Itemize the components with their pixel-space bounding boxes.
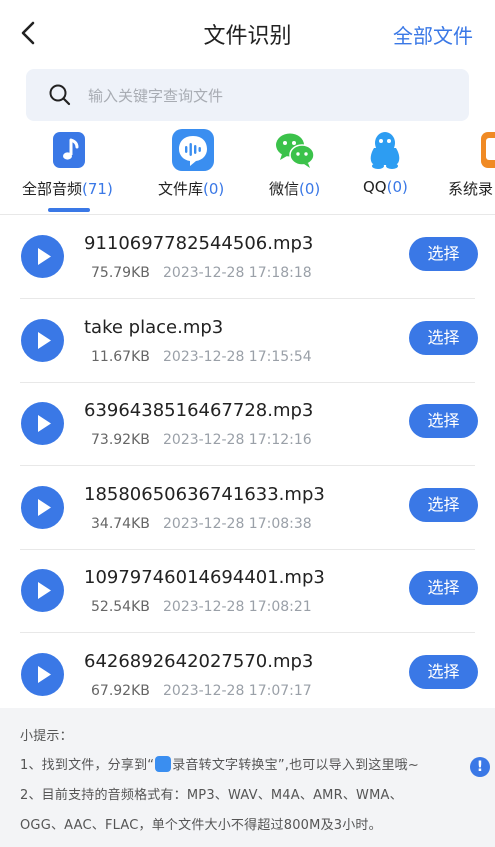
file-date: 2023-12-28 17:15:54 <box>163 349 312 365</box>
file-name: 18580650636741633.mp3 <box>84 484 325 505</box>
select-button[interactable]: 选择 <box>409 488 478 522</box>
list-item: take place.mp3 11.67KB 2023-12-28 17:15:… <box>0 299 495 383</box>
select-button[interactable]: 选择 <box>409 404 478 438</box>
file-size: 52.54KB <box>91 599 150 615</box>
play-icon <box>38 666 51 683</box>
file-date: 2023-12-28 17:08:38 <box>163 516 312 532</box>
music-note-icon <box>53 132 85 168</box>
select-button[interactable]: 选择 <box>409 655 478 689</box>
back-button[interactable] <box>14 18 44 48</box>
list-item: 6396438516467728.mp3 73.92KB 2023-12-28 … <box>0 382 495 466</box>
file-size: 75.79KB <box>91 265 150 281</box>
play-icon <box>38 248 51 265</box>
file-size: 73.92KB <box>91 432 150 448</box>
file-name: 10979746014694401.mp3 <box>84 567 325 588</box>
tip-formats-line: 2、目前支持的音频格式有：MP3、WAV、M4A、AMR、WMA、 <box>20 788 403 803</box>
tips-panel: 小提示： 1、找到文件，分享到“ 录音转文字转换宝”,也可以导入到这里哦~ ! 2… <box>0 708 495 847</box>
app-logo-icon <box>155 756 172 772</box>
info-alert-icon[interactable]: ! <box>470 757 490 777</box>
select-button[interactable]: 选择 <box>409 237 478 271</box>
header: 文件识别 全部文件 <box>0 0 495 66</box>
voice-bubble-icon <box>172 129 214 171</box>
play-button[interactable] <box>21 486 64 529</box>
tab-system-recorder-label: 系统录 <box>448 180 494 198</box>
tab-qq-label: QQ(0) <box>363 178 408 196</box>
play-icon <box>38 415 51 432</box>
tab-wechat[interactable]: 微信(0) <box>245 126 345 214</box>
file-name: 6426892642027570.mp3 <box>84 651 314 672</box>
list-item: 10979746014694401.mp3 52.54KB 2023-12-28… <box>0 549 495 633</box>
play-button[interactable] <box>21 653 64 696</box>
tab-wechat-label: 微信(0) <box>269 180 321 198</box>
audio-file-list: 9110697782544506.mp3 75.79KB 2023-12-28 … <box>0 215 495 707</box>
file-date: 2023-12-28 17:07:17 <box>163 683 312 699</box>
play-icon <box>38 582 51 599</box>
tab-all-audio[interactable]: 全部音频(71) <box>0 126 140 214</box>
play-icon <box>38 332 51 349</box>
active-tab-indicator <box>48 208 90 212</box>
play-icon <box>38 499 51 516</box>
wechat-icon <box>276 133 315 168</box>
tab-qq[interactable]: QQ(0) <box>345 126 425 214</box>
tab-system-recorder[interactable]: 系统录 <box>425 126 495 214</box>
tab-all-audio-label: 全部音频(71) <box>22 180 113 198</box>
file-name: take place.mp3 <box>84 317 224 338</box>
play-button[interactable] <box>21 569 64 612</box>
play-button[interactable] <box>21 235 64 278</box>
select-button[interactable]: 选择 <box>409 571 478 605</box>
file-date: 2023-12-28 17:18:18 <box>163 265 312 281</box>
tip-share-line: 1、找到文件，分享到“ 录音转文字转换宝”,也可以导入到这里哦~ <box>20 756 419 773</box>
file-size: 34.74KB <box>91 516 150 532</box>
tip-limits-line: OGG、AAC、FLAC，单个文件大小不得超过800M及3小时。 <box>20 818 382 833</box>
tips-heading: 小提示： <box>20 729 73 744</box>
play-button[interactable] <box>21 319 64 362</box>
tab-file-library-label: 文件库(0) <box>158 180 225 198</box>
source-tabs: 全部音频(71) 文件库(0) 微信(0) QQ(0) 系统录 <box>0 126 495 214</box>
list-item: 6426892642027570.mp3 67.92KB 2023-12-28 … <box>0 633 495 707</box>
select-button[interactable]: 选择 <box>409 321 478 355</box>
tab-file-library[interactable]: 文件库(0) <box>140 126 245 214</box>
recorder-icon <box>481 132 495 168</box>
file-size: 11.67KB <box>91 349 150 365</box>
search-icon <box>49 84 71 106</box>
list-item: 18580650636741633.mp3 34.74KB 2023-12-28… <box>0 466 495 550</box>
file-name: 9110697782544506.mp3 <box>84 233 314 254</box>
file-date: 2023-12-28 17:12:16 <box>163 432 312 448</box>
chevron-left-icon <box>21 21 35 45</box>
qq-penguin-icon <box>370 132 400 169</box>
list-item: 9110697782544506.mp3 75.79KB 2023-12-28 … <box>0 215 495 299</box>
file-size: 67.92KB <box>91 683 150 699</box>
file-name: 6396438516467728.mp3 <box>84 400 314 421</box>
search-input[interactable]: 输入关键字查询文件 <box>26 69 469 121</box>
play-button[interactable] <box>21 402 64 445</box>
search-placeholder: 输入关键字查询文件 <box>88 87 224 105</box>
file-date: 2023-12-28 17:08:21 <box>163 599 312 615</box>
all-files-link[interactable]: 全部文件 <box>393 20 473 49</box>
